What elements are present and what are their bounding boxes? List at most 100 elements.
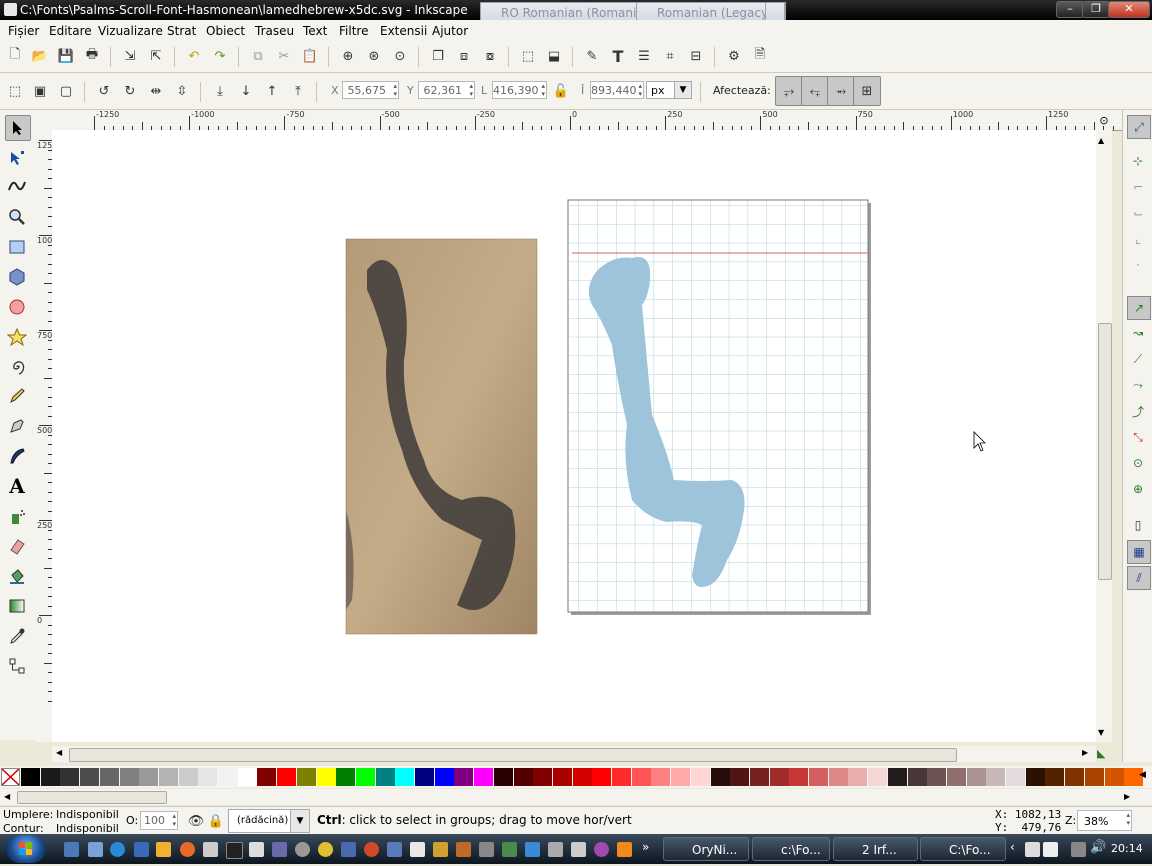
y-field[interactable]: 62,361 [418,81,475,99]
palette-swatch[interactable] [355,768,375,786]
layer-select[interactable]: (rădăcină) ▼ [228,809,310,833]
3d-box-tool-icon[interactable] [5,265,29,289]
horizontal-scroll-thumb[interactable] [69,748,957,762]
palette-swatch[interactable] [671,768,691,786]
close-button[interactable]: ✕ [1108,1,1150,18]
snap-toggle-icon[interactable]: ⤢ [1127,115,1151,139]
dropper-tool-icon[interactable] [5,624,29,648]
app-icon-6[interactable] [456,842,471,857]
palette-swatch[interactable] [789,768,809,786]
flip-vertical-icon[interactable]: ⇳ [172,81,192,101]
deselect-icon[interactable]: ▢ [56,81,76,101]
palette-swatch[interactable] [60,768,80,786]
no-paint-swatch[interactable] [1,768,20,786]
explorer-icon[interactable] [88,842,103,857]
pencil-tool-icon[interactable] [5,384,29,408]
palette-swatch[interactable] [651,768,671,786]
layers-icon[interactable]: ☰ [634,46,654,66]
document-page[interactable] [567,199,871,615]
app-icon-5[interactable] [433,842,448,857]
lower-to-bottom-icon[interactable]: ⤓ [210,81,230,101]
start-button[interactable] [6,835,46,863]
app-icon-2[interactable] [364,842,379,857]
horizontal-scrollbar[interactable]: ◀ ▶ [52,746,1096,762]
minimize-button[interactable]: – [1056,1,1084,18]
maximize-button[interactable]: ❐ [1082,1,1110,18]
palette-swatch[interactable] [395,768,415,786]
palette-swatch[interactable] [690,768,710,786]
clock[interactable]: 20:14 [1111,842,1143,855]
gradient-tool-icon[interactable] [5,594,29,618]
star-tool-icon[interactable] [5,325,29,349]
palette-swatch[interactable] [336,768,356,786]
taskbar-task-3[interactable]: 2 Irf... [833,837,918,861]
app-icon-1[interactable] [341,842,356,857]
menu-extensions[interactable]: Extensii [380,24,427,38]
palette-swatch[interactable] [533,768,553,786]
app-icon-7[interactable] [479,842,494,857]
palette-swatch[interactable] [80,768,100,786]
text-font-icon[interactable]: T [608,46,628,66]
disc-icon[interactable] [295,842,310,857]
copy-icon[interactable]: ⧉ [248,46,268,66]
menu-object[interactable]: Obiect [206,24,245,38]
palette-swatch[interactable] [749,768,769,786]
raise-icon[interactable]: ↑ [262,81,282,101]
snap-page-border-icon[interactable]: ▯ [1127,514,1149,536]
palette-swatch[interactable] [415,768,434,786]
clone-icon[interactable]: ⧈ [454,46,474,66]
snap-bbox-centers-icon[interactable]: ⋅ [1127,254,1149,276]
affect-patterns-icon[interactable]: ⊞ [853,76,881,106]
app-icon-8[interactable] [502,842,517,857]
snap-paths-icon[interactable]: ↝ [1127,322,1149,344]
drawing-canvas[interactable] [52,130,1096,742]
palette-swatch[interactable] [218,768,237,786]
lock-icon[interactable]: 🔓 [551,81,571,101]
palette-swatch[interactable] [454,768,474,786]
calculator-icon[interactable] [249,842,264,857]
app-icon-4[interactable] [410,842,425,857]
palette-swatch[interactable] [21,768,40,786]
snap-guides-icon[interactable]: ⫽ [1127,566,1151,590]
redo-icon[interactable]: ↷ [210,46,230,66]
app-icon-11[interactable] [571,842,586,857]
connector-tool-icon[interactable] [5,654,29,678]
snap-bbox-midpoints-icon[interactable]: ⌞ [1127,228,1149,250]
taskbar-task-1[interactable]: OryNi... [663,837,749,861]
palette-swatch[interactable] [1045,768,1065,786]
pen-tool-icon[interactable] [5,414,29,438]
rotate-cw-icon[interactable]: ↻ [120,81,140,101]
scroll-right-icon[interactable]: ▶ [1082,748,1088,757]
palette-swatch[interactable] [907,768,927,786]
palette-swatch[interactable] [828,768,848,786]
scroll-down-icon[interactable]: ▼ [1098,728,1104,737]
palette-swatch[interactable] [1065,768,1085,786]
snap-rotation-centers-icon[interactable]: ⊕ [1127,478,1149,500]
lock-layer-icon[interactable]: 🔒 [206,811,226,831]
network-icon[interactable] [1071,842,1086,857]
menu-path[interactable]: Traseu [255,24,294,38]
palette-swatch[interactable] [966,768,986,786]
color-manage-icon[interactable]: ◣ [1097,747,1111,761]
undo-icon[interactable]: ↶ [184,46,204,66]
import-icon[interactable]: ⇲ [120,46,140,66]
palette-swatch[interactable] [769,768,789,786]
vertical-scrollbar[interactable]: ▲ ▼ [1096,130,1112,742]
volume-icon[interactable]: 🔊 [1090,840,1106,855]
unit-select[interactable]: px ▼ [646,81,692,99]
snap-bbox-edges-icon[interactable]: ⌐ [1127,176,1149,198]
palette-swatch[interactable] [296,768,316,786]
php-icon[interactable] [272,842,287,857]
taskbar-task-2[interactable]: c:\Fo... [752,837,830,861]
palette-swatch[interactable] [1104,768,1124,786]
palette-swatch[interactable] [552,768,572,786]
zoom-drawing-icon[interactable]: ⊛ [364,46,384,66]
cut-icon[interactable]: ✂ [274,46,294,66]
document-properties-icon[interactable]: 🗎 [750,46,770,66]
affect-stroke-width-icon[interactable]: ⥅ [775,76,803,106]
height-field[interactable]: 893,440 [590,81,644,99]
menu-edit[interactable]: Editare [49,24,92,38]
menu-help[interactable]: Ajutor [432,24,468,38]
snap-grids-icon[interactable]: ▦ [1127,540,1151,564]
app-icon-9[interactable] [525,842,540,857]
